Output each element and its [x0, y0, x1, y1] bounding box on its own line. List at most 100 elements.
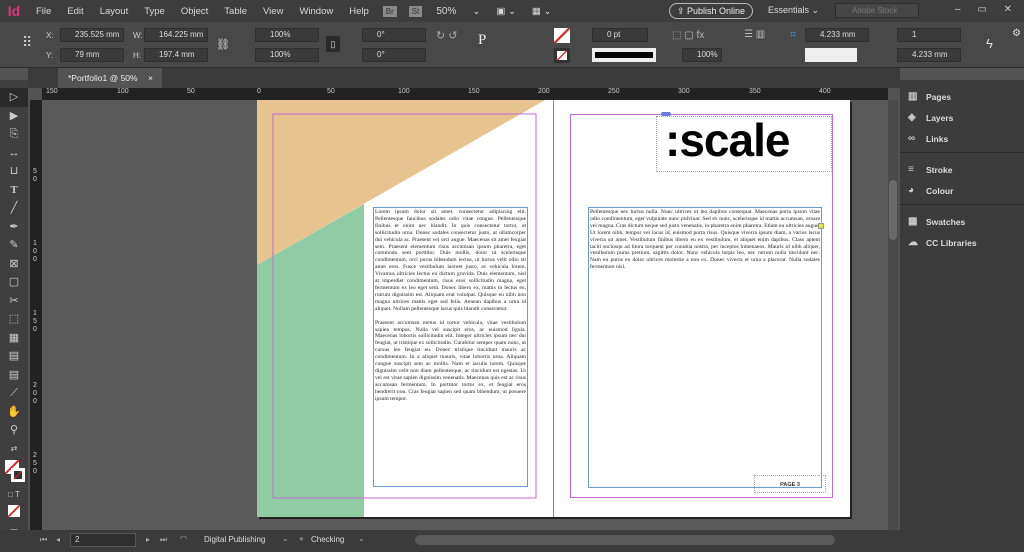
menu-type[interactable]: Type [136, 6, 173, 17]
menu-help[interactable]: Help [341, 6, 377, 17]
panel-colour[interactable]: ◕ Colour [900, 180, 1024, 201]
line-tool-icon[interactable]: ╱ [0, 199, 28, 218]
workspace-switcher[interactable]: Essentials ⌄ [768, 5, 819, 16]
next-page-button[interactable]: ▸ [146, 535, 150, 544]
shear-field[interactable]: 0° [362, 48, 426, 62]
pen-tool-icon[interactable]: ✒ [0, 218, 28, 237]
menu-file[interactable]: File [28, 6, 59, 17]
selection-tool-icon[interactable]: ▷ [0, 88, 28, 107]
scale-y-field[interactable]: 100% [255, 48, 319, 62]
close-tab-icon[interactable]: × [148, 73, 153, 83]
fill-swatch[interactable] [554, 28, 570, 43]
out-port-handle[interactable] [818, 223, 824, 229]
note-tool-icon[interactable]: ▤ [0, 366, 28, 385]
page-2[interactable]: Lorem ipsum dolor sit amet, consectetur … [257, 100, 553, 517]
stock-button[interactable]: St [408, 5, 423, 17]
rectangle-frame-tool-icon[interactable]: ⊠ [0, 255, 28, 274]
zoom-tool-icon[interactable]: ⚲ [0, 421, 28, 440]
scale-logo-text[interactable]: :scale [656, 116, 832, 172]
panel-swatches[interactable]: ▦ Swatches [900, 211, 1024, 232]
panel-cc-libraries[interactable]: ☁ CC Libraries [900, 232, 1024, 253]
first-page-button[interactable]: ⏮ [40, 535, 47, 545]
vertical-scrollbar[interactable] [888, 100, 898, 530]
adobe-stock-search[interactable]: Adobe Stock [835, 3, 919, 18]
formatting-affects-icon[interactable]: □ T [0, 486, 28, 505]
columns-field[interactable]: 1 [897, 28, 961, 42]
fill-stroke-swatch[interactable] [0, 458, 28, 486]
constrain-link-icon[interactable]: ⛓ [216, 38, 230, 51]
stroke-swatch[interactable] [554, 48, 570, 63]
page-number-field[interactable]: 2 [70, 533, 136, 547]
panel-links[interactable]: ∞ Links [900, 128, 1024, 149]
window-controls[interactable]: – ▭ ✕ [955, 4, 1012, 15]
x-field[interactable]: 235.525 mm [60, 28, 124, 42]
menu-view[interactable]: View [255, 6, 291, 17]
menu-layout[interactable]: Layout [92, 6, 137, 17]
opacity-field[interactable]: 100% [682, 48, 722, 62]
pencil-tool-icon[interactable]: ✎ [0, 236, 28, 255]
text-frame-right[interactable]: Pellentesque nec luctus nulla. Nunc ultr… [588, 207, 822, 488]
inset-field[interactable]: 4.233 mm [805, 28, 869, 42]
direct-selection-tool-icon[interactable]: ▶ [0, 107, 28, 126]
settings-gear-icon[interactable]: ⚙ [1012, 28, 1021, 39]
intent-select[interactable]: Digital Publishing [204, 535, 265, 544]
gap-tool-icon[interactable]: ↔ [0, 144, 28, 163]
quick-apply-icon[interactable]: ϟ [986, 36, 993, 51]
gutter-field[interactable]: 4.233 mm [897, 48, 961, 62]
panel-stroke[interactable]: ≡ Stroke [900, 159, 1024, 180]
reference-point-icon[interactable]: ⠿ [22, 34, 32, 51]
page-tool-icon[interactable]: ⎘ [0, 125, 28, 144]
bridge-button[interactable]: Br [382, 5, 397, 17]
rectangle-tool-icon[interactable]: ▢ [0, 273, 28, 292]
menu-object[interactable]: Object [173, 6, 216, 17]
selection-container-icon[interactable]: P [478, 32, 486, 49]
text-frame-left[interactable]: Lorem ipsum dolor sit amet, consectetur … [373, 207, 528, 487]
type-tool-icon[interactable]: T [0, 181, 28, 200]
pasteboard[interactable]: Lorem ipsum dolor sit amet, consectetur … [42, 100, 888, 530]
menu-table[interactable]: Table [216, 6, 255, 17]
chevron-down-icon[interactable]: ⌄ [358, 534, 365, 543]
rotation-field[interactable]: 0° [362, 28, 426, 42]
preflight-status[interactable]: Checking [311, 535, 344, 544]
horizontal-ruler[interactable]: 150 100 50 0 50 100 150 200 250 300 350 400 [42, 88, 888, 100]
previous-page-button[interactable]: ◂ [56, 535, 60, 544]
screen-mode-icon[interactable]: ▣ ⌄ [488, 6, 524, 17]
stroke-style-select[interactable] [805, 48, 857, 62]
y-field[interactable]: 79 mm [60, 48, 124, 62]
panel-layers[interactable]: ◈ Layers [900, 107, 1024, 128]
hand-tool-icon[interactable]: ✋ [0, 403, 28, 422]
scroll-thumb[interactable] [889, 180, 897, 240]
last-page-button[interactable]: ⏭ [160, 535, 167, 545]
menu-window[interactable]: Window [291, 6, 341, 17]
rotate-icons[interactable]: ↻ ↺ [436, 29, 458, 42]
stroke-type-select[interactable] [592, 48, 656, 62]
horizontal-scrollbar[interactable] [415, 535, 835, 545]
gradient-feather-tool-icon[interactable]: ▤ [0, 347, 28, 366]
swap-fill-stroke-icon[interactable]: ⇄ [0, 440, 28, 459]
page-3[interactable]: :scale Pellentesque nec luctus nulla. Nu… [553, 100, 850, 517]
scissors-tool-icon[interactable]: ✂ [0, 292, 28, 311]
panel-pages[interactable]: ▥ Pages [900, 86, 1024, 107]
zoom-level[interactable]: 50% [428, 6, 464, 17]
menu-edit[interactable]: Edit [59, 6, 91, 17]
document-tab[interactable]: *Portfolio1 @ 50% × [58, 68, 162, 88]
vertical-ruler[interactable]: 50 100 150 200 250 [30, 100, 42, 530]
arrange-documents-icon[interactable]: ▦ ⌄ [524, 6, 560, 17]
chevron-down-icon[interactable]: ⌄ [464, 6, 488, 17]
publish-online-button[interactable]: ⇪ Publish Online [669, 3, 753, 19]
content-collector-icon[interactable]: ⊔ [0, 162, 28, 181]
eyedropper-tool-icon[interactable]: ⟋ [0, 384, 28, 403]
apply-none-icon[interactable] [0, 504, 28, 524]
free-transform-tool-icon[interactable]: ⬚ [0, 310, 28, 329]
chevron-down-icon[interactable]: ⌄ [282, 534, 289, 543]
height-field[interactable]: 197.4 mm [144, 48, 208, 62]
text-wrap-icons[interactable]: ☰ ▥ [744, 29, 765, 40]
constrain-scale-icon[interactable]: ▯ [326, 36, 340, 52]
scale-x-field[interactable]: 100% [255, 28, 319, 42]
effects-icons[interactable]: ⬚ ▢ fx [672, 30, 704, 41]
width-field[interactable]: 164.225 mm [144, 28, 208, 42]
open-page-icon[interactable]: ◠ [180, 534, 187, 543]
frame-fitting-icon[interactable]: ⌗ [790, 29, 796, 42]
stroke-weight-field[interactable]: 0 pt [592, 28, 648, 42]
gradient-swatch-tool-icon[interactable]: ▦ [0, 329, 28, 348]
